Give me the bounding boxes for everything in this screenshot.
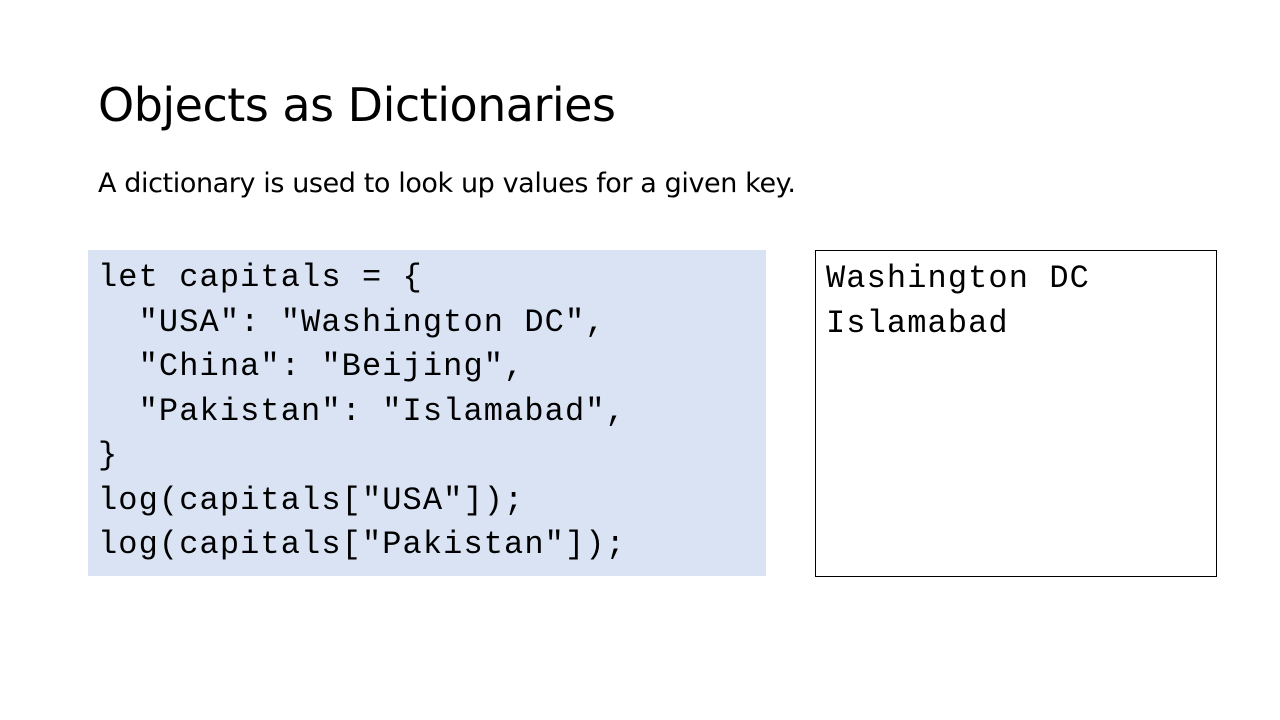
code-line: let capitals = { bbox=[98, 259, 423, 296]
code-line: } bbox=[98, 437, 119, 474]
code-line: log(capitals["USA"]); bbox=[98, 481, 525, 519]
slide-title: Objects as Dictionaries bbox=[98, 78, 616, 132]
slide: Objects as Dictionaries A dictionary is … bbox=[0, 0, 1280, 720]
code-block: let capitals = { "USA": "Washington DC",… bbox=[88, 250, 766, 576]
output-panel: Washington DC Islamabad bbox=[815, 250, 1217, 577]
slide-subtitle: A dictionary is used to look up values f… bbox=[98, 168, 796, 199]
output-line: Washington DC bbox=[826, 260, 1090, 297]
code-line: "China": "Beijing", bbox=[98, 348, 525, 385]
code-line: "Pakistan": "Islamabad", bbox=[98, 392, 626, 430]
code-line: log(capitals["Pakistan"]); bbox=[98, 526, 626, 563]
code-line: "USA": "Washington DC", bbox=[98, 303, 606, 341]
output-line: Islamabad bbox=[826, 304, 1009, 342]
